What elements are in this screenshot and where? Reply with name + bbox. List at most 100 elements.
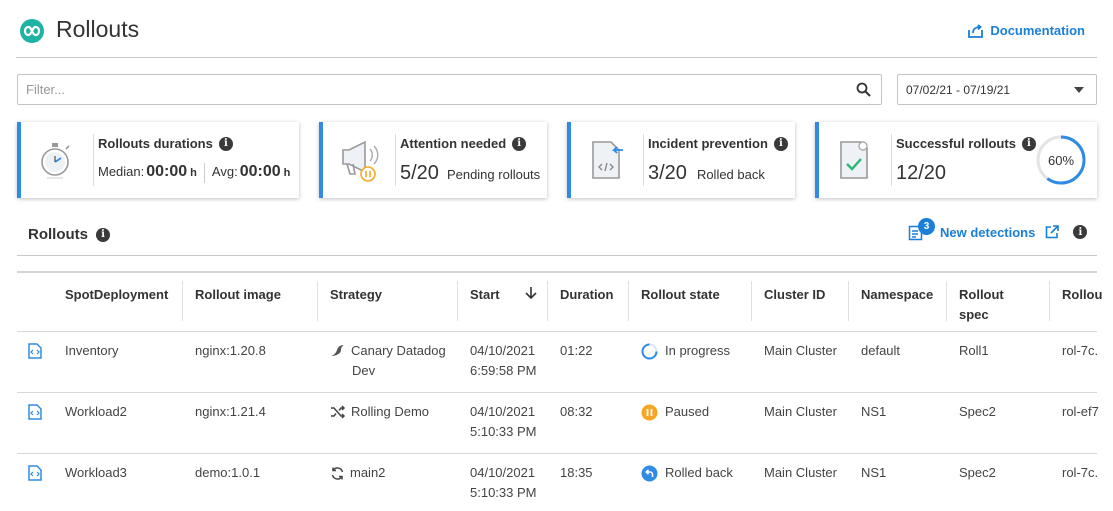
cell-state: Rolled back	[641, 463, 733, 483]
row-divider	[17, 392, 1097, 393]
start-time: 5:10:33 PM	[470, 485, 537, 500]
shuffle-icon	[331, 405, 346, 419]
column-header-rollout-id[interactable]: Rollou	[1062, 285, 1102, 305]
median-unit: h	[190, 167, 197, 179]
column-divider	[317, 281, 318, 321]
median-label: Median:	[98, 164, 145, 179]
sort-arrow-down-icon[interactable]	[524, 286, 538, 300]
code-file-icon[interactable]	[28, 404, 42, 420]
stopwatch-icon	[41, 143, 70, 179]
info-icon[interactable]: i	[96, 227, 110, 242]
info-icon[interactable]: i	[1021, 136, 1036, 151]
incident-values: 3/20 Rolled back	[648, 162, 765, 185]
column-divider	[1049, 281, 1050, 321]
start-time: 6:59:58 PM	[470, 363, 537, 378]
cell-namespace: NS1	[861, 465, 887, 480]
column-header-spotdeployment[interactable]: SpotDeployment	[65, 285, 168, 305]
state-label: In progress	[665, 343, 731, 358]
success-percent-label: 60%	[1048, 153, 1074, 168]
strategy-name-line2: Dev	[352, 363, 376, 378]
durations-values: Median: 00:00 h Avg: 00:00 h	[98, 163, 290, 183]
column-divider	[457, 281, 458, 321]
search-icon[interactable]	[856, 82, 871, 97]
cell-strategy: main2	[330, 463, 385, 483]
incident-count: 3/20	[648, 162, 687, 184]
cell-state: Paused	[641, 402, 709, 422]
new-detections-link[interactable]: 3 New detections i	[908, 218, 1088, 241]
refresh-icon	[331, 466, 344, 480]
table-header-border	[17, 331, 1097, 332]
code-file-icon[interactable]	[28, 343, 42, 359]
code-rollback-file-icon	[592, 141, 623, 179]
info-icon[interactable]: i	[1073, 225, 1088, 239]
card-attention-needed: Attention needed i 5/20 Pending rollouts	[319, 122, 547, 198]
cell-cluster: Main Cluster	[764, 404, 837, 419]
card-title-text: Attention needed	[400, 136, 507, 151]
page-title: Rollouts	[56, 16, 140, 42]
info-icon[interactable]: i	[512, 136, 527, 151]
cell-start: 04/10/2021 6:59:58 PM	[470, 341, 537, 381]
card-title: Rollouts durations i	[98, 136, 233, 151]
section-title-text: Rollouts	[28, 226, 88, 243]
column-header-rollout-spec[interactable]: Rollout spec	[959, 285, 1004, 325]
cell-spec: Spec2	[959, 465, 996, 480]
cell-namespace: default	[861, 343, 901, 358]
start-date: 04/10/2021	[470, 465, 536, 480]
card-title-text: Rollouts durations	[98, 136, 213, 151]
cell-rollout-id: rol-7c.	[1062, 343, 1099, 358]
column-header-start[interactable]: Start	[470, 285, 500, 305]
cell-rollout-id: rol-7c.	[1062, 465, 1099, 480]
cell-image: demo:1.0.1	[195, 465, 261, 480]
documentation-label: Documentation	[990, 23, 1085, 38]
detections-count-badge: 3	[918, 218, 935, 235]
column-header-rollout-spec-line1: Rollout	[959, 287, 1004, 302]
card-title: Attention needed i	[400, 136, 527, 151]
avg-value: 00:00	[239, 163, 281, 180]
cell-strategy: Rolling Demo	[330, 402, 429, 422]
filter-field[interactable]	[17, 74, 882, 105]
external-link-icon	[1046, 225, 1060, 239]
card-title-text: Incident prevention	[648, 136, 768, 151]
info-icon[interactable]: i	[218, 136, 233, 151]
canary-icon	[331, 345, 344, 356]
column-header-rollout-image[interactable]: Rollout image	[195, 285, 281, 305]
column-header-cluster-id[interactable]: Cluster ID	[764, 285, 825, 305]
cell-image: nginx:1.21.4	[195, 404, 266, 419]
detections-icon-wrap: 3	[908, 218, 935, 241]
cell-start: 04/10/2021 5:10:33 PM	[470, 463, 537, 503]
date-range-select[interactable]: 07/02/21 - 07/19/21	[897, 74, 1097, 105]
section-divider	[17, 255, 1097, 256]
card-successful-rollouts: Successful rollouts i 12/20 60%	[815, 122, 1097, 198]
start-date: 04/10/2021	[470, 343, 536, 358]
column-divider	[946, 281, 947, 321]
column-header-strategy[interactable]: Strategy	[330, 285, 382, 305]
column-header-duration[interactable]: Duration	[560, 285, 613, 305]
column-divider	[848, 281, 849, 321]
column-divider	[547, 281, 548, 321]
code-file-icon[interactable]	[28, 465, 42, 481]
values-divider	[203, 163, 205, 183]
strategy-name: Rolling Demo	[351, 404, 430, 419]
filter-input[interactable]	[18, 75, 838, 104]
row-divider	[17, 453, 1097, 454]
card-incident-prevention: Incident prevention i 3/20 Rolled back	[567, 122, 795, 198]
cell-strategy: Canary Datadog Dev	[330, 341, 446, 381]
column-header-namespace[interactable]: Namespace	[861, 285, 933, 305]
successful-values: 12/20	[896, 162, 946, 185]
spinner-icon	[641, 343, 658, 359]
start-time: 5:10:33 PM	[470, 424, 537, 439]
cell-cluster: Main Cluster	[764, 343, 837, 358]
cell-spec: Roll1	[959, 343, 989, 358]
column-header-rollout-spec-line2: spec	[959, 307, 989, 322]
info-icon[interactable]: i	[773, 136, 788, 151]
cell-deployment: Workload3	[65, 465, 127, 480]
avg-unit: h	[283, 167, 291, 179]
documentation-link[interactable]: Documentation	[968, 23, 1085, 38]
attention-caption: Pending rollouts	[446, 167, 541, 182]
rollback-icon	[641, 465, 658, 481]
cell-deployment: Workload2	[65, 404, 127, 419]
column-header-rollout-state[interactable]: Rollout state	[641, 285, 720, 305]
cell-image: nginx:1.20.8	[195, 343, 266, 358]
cell-cluster: Main Cluster	[764, 465, 837, 480]
cell-duration: 08:32	[560, 404, 593, 419]
